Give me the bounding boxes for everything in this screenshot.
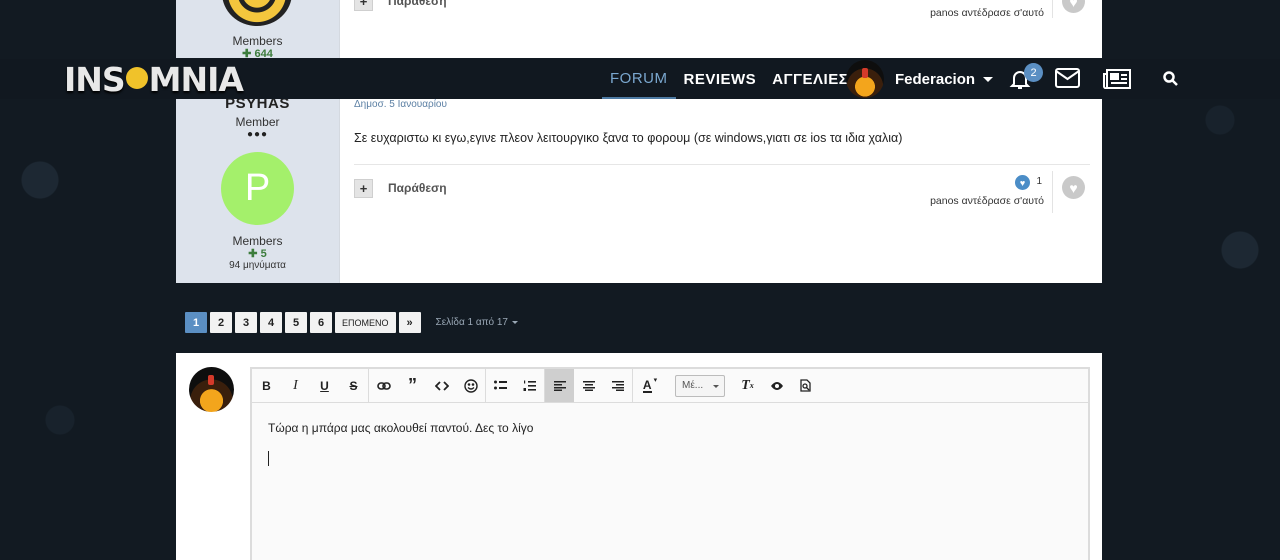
quote-button[interactable]: Παράθεση — [388, 181, 447, 195]
underline-icon[interactable]: U — [310, 369, 339, 402]
nav-link-aggelies[interactable]: ΑΓΓΕΛΙΕΣ — [764, 59, 856, 99]
reaction-count[interactable]: 1 — [1036, 176, 1042, 187]
previous-post: Members ✚ 644 + Παράθεση panos αντέδρασε… — [176, 0, 1102, 60]
previous-post-author-panel: Members ✚ 644 — [176, 0, 340, 60]
previous-post-body: + Παράθεση panos αντέδρασε σ'αυτό ♥ — [340, 0, 1102, 58]
caret-down-icon — [512, 321, 518, 324]
post-author-avatar[interactable]: P — [221, 152, 294, 225]
page-5[interactable]: 5 — [285, 312, 307, 333]
post-author-post-count: 94 μηνύματα — [229, 260, 286, 271]
previous-post-group: Members — [232, 34, 283, 48]
post-author-reputation: ✚ 5 — [248, 248, 267, 260]
numbered-list-icon[interactable] — [515, 369, 544, 402]
nav-links: FORUM REVIEWS ΑΓΓΕΛΙΕΣ — [602, 59, 856, 99]
link-icon[interactable] — [369, 369, 398, 402]
page-3[interactable]: 3 — [235, 312, 257, 333]
notifications-badge[interactable]: 2 — [1024, 63, 1043, 82]
main-navbar: INS MNIA FORUM REVIEWS ΑΓΓΕΛΙΕΣ Federacio… — [0, 59, 1280, 99]
emoji-icon[interactable] — [456, 369, 485, 402]
previous-post-reacted-by[interactable]: panos αντέδρασε σ'αυτό — [930, 7, 1044, 19]
nav-link-reviews[interactable]: REVIEWS — [676, 59, 765, 99]
username[interactable]: Federacion — [895, 71, 975, 88]
newspaper-icon[interactable] — [1103, 69, 1131, 94]
page-6[interactable]: 6 — [310, 312, 332, 333]
site-logo[interactable]: INS MNIA — [64, 60, 244, 99]
heart-icon[interactable]: ♥ — [1062, 176, 1085, 199]
reply-user-avatar — [189, 367, 234, 412]
post-author-role: Member — [235, 115, 280, 129]
rich-text-editor[interactable]: B I U S ” A ▾ Μέ... T x Τώρα η μπάρα μας… — [250, 367, 1090, 560]
clear-format-icon[interactable]: Tx — [733, 369, 762, 402]
like-reaction-icon[interactable]: ♥ — [1015, 175, 1030, 190]
editor-content[interactable]: Τώρα η μπάρα μας ακολουθεί παντού. Δες τ… — [268, 421, 533, 435]
preview-icon[interactable] — [791, 369, 820, 402]
plus-icon[interactable]: + — [354, 179, 373, 198]
bullet-list-icon[interactable] — [486, 369, 515, 402]
text-color-icon[interactable]: A ▾ — [633, 369, 667, 402]
post-footer: + Παράθεση ♥ 1 panos αντέδρασε σ'αυτό ♥ — [354, 164, 1090, 224]
user-menu[interactable]: Federacion — [846, 59, 994, 99]
forum-post: PSYHAS Member ●●● P Members ✚ 5 94 μηνύμ… — [176, 95, 1102, 283]
post-author-panel: PSYHAS Member ●●● P Members ✚ 5 94 μηνύμ… — [176, 95, 340, 283]
plus-circle-icon: ✚ — [248, 248, 258, 260]
strikethrough-icon[interactable]: S — [339, 369, 368, 402]
post-date[interactable]: Δημοσ. 5 Ιανουαρίου — [354, 99, 447, 110]
align-right-icon[interactable] — [603, 369, 632, 402]
quote-icon[interactable]: ” — [398, 369, 427, 402]
page-4[interactable]: 4 — [260, 312, 282, 333]
plus-icon[interactable]: + — [354, 0, 373, 11]
italic-icon[interactable]: I — [281, 369, 310, 402]
post-body: Δημοσ. 5 Ιανουαρίου Σε ευχαριστω κι εγω,… — [340, 99, 1102, 283]
last-page-button[interactable]: » — [398, 312, 421, 333]
code-icon[interactable] — [427, 369, 456, 402]
post-author-group: Members — [232, 234, 283, 248]
chevron-down-icon[interactable] — [983, 76, 994, 82]
next-page-button[interactable]: ΕΠΟΜΕΝΟ — [335, 312, 396, 333]
nav-link-forum[interactable]: FORUM — [602, 59, 676, 99]
moon-icon — [125, 67, 148, 89]
editor-toolbar: B I U S ” A ▾ Μέ... T x — [252, 369, 1088, 403]
page-jump[interactable]: Σελίδα 1 από 17 — [436, 317, 518, 328]
pagination: 1 2 3 4 5 6 ΕΠΟΜΕΝΟ » Σελίδα 1 από 17 — [185, 312, 518, 333]
divider — [1052, 171, 1053, 213]
font-size-select[interactable]: Μέ... — [675, 374, 725, 397]
envelope-icon[interactable] — [1055, 68, 1080, 93]
previous-post-quote-button[interactable]: Παράθεση — [388, 0, 447, 8]
caret-down-icon — [713, 384, 719, 388]
page-2[interactable]: 2 — [210, 312, 232, 333]
rank-pips: ●●● — [246, 129, 269, 140]
text-cursor — [268, 451, 269, 466]
user-avatar[interactable] — [846, 60, 884, 98]
divider — [1052, 0, 1053, 18]
align-center-icon[interactable] — [574, 369, 603, 402]
heart-icon[interactable]: ♥ — [1062, 0, 1085, 13]
post-content: Σε ευχαριστω κι εγω,εγινε πλεον λειτουργ… — [354, 131, 903, 145]
reacted-by[interactable]: panos αντέδρασε σ'αυτό — [930, 195, 1044, 207]
page-1[interactable]: 1 — [185, 312, 207, 333]
reply-box: B I U S ” A ▾ Μέ... T x Τώρα η μπάρα μας… — [176, 353, 1102, 560]
previous-post-avatar[interactable] — [222, 0, 292, 26]
eye-icon[interactable] — [762, 369, 791, 402]
align-left-icon[interactable] — [545, 369, 574, 402]
bold-icon[interactable]: B — [252, 369, 281, 402]
search-icon[interactable] — [1163, 71, 1178, 91]
